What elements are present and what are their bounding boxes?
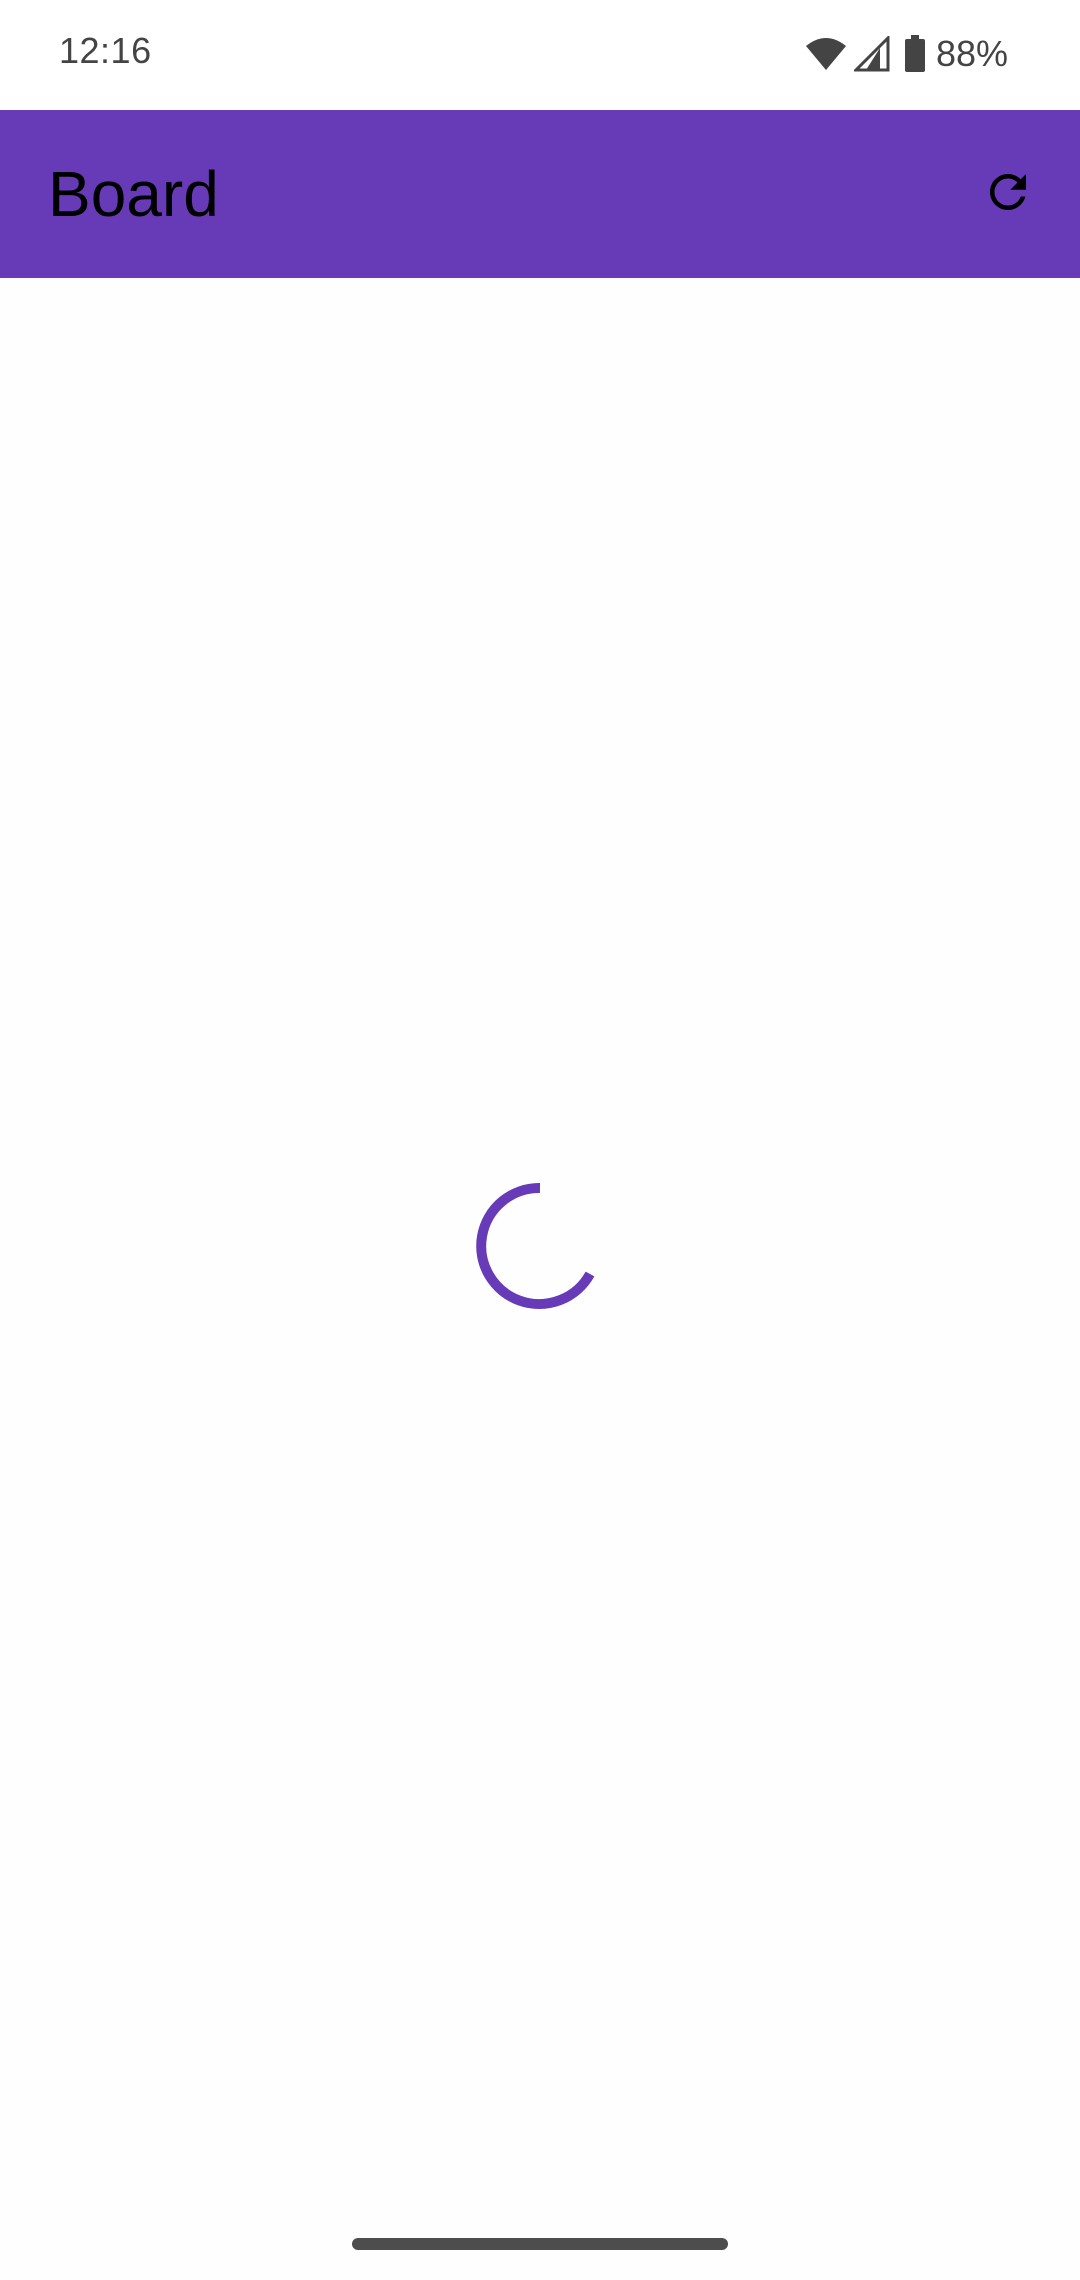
app-bar: Board bbox=[0, 110, 1080, 278]
status-icons: 88% bbox=[804, 30, 1008, 78]
loading-spinner bbox=[476, 1182, 604, 1310]
battery-percent: 88% bbox=[935, 33, 1008, 74]
cell-signal-icon bbox=[853, 36, 890, 72]
status-bar: 12:16 88% bbox=[0, 0, 1080, 110]
battery-icon bbox=[904, 35, 926, 73]
wifi-icon bbox=[804, 36, 848, 72]
page-title: Board bbox=[48, 158, 219, 230]
refresh-button[interactable] bbox=[966, 152, 1050, 236]
refresh-icon bbox=[981, 165, 1035, 224]
status-time: 12:16 bbox=[59, 30, 152, 71]
screen: 12:16 88% Board bbox=[0, 0, 1080, 2280]
gesture-navigation-handle[interactable] bbox=[352, 2238, 728, 2250]
